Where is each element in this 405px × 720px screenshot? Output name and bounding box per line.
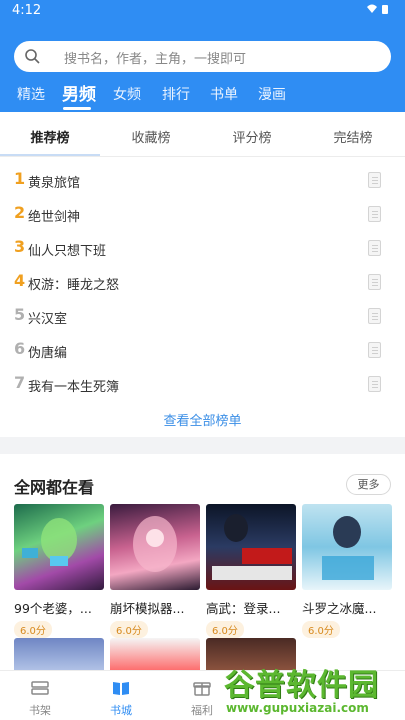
book-icon <box>368 172 381 188</box>
view-all-rankings-link[interactable]: 查看全部榜单 <box>0 410 405 429</box>
tab-featured[interactable]: 精选 <box>17 84 45 104</box>
tab-underline <box>63 107 91 110</box>
book-cover <box>110 504 200 590</box>
ranking-item[interactable]: 2 绝世剑神 <box>0 199 405 233</box>
section-title: 全网都在看 <box>14 478 95 497</box>
status-icons <box>365 3 393 18</box>
book-title: 高武：登录... <box>206 601 281 616</box>
book-open-icon <box>113 682 129 695</box>
rank-number: 5 <box>14 305 26 324</box>
book-card[interactable]: 崩坏模拟器... 6.0分 <box>110 504 200 638</box>
wifi-battery-icon <box>367 4 388 14</box>
rank-title: 兴汉室 <box>28 312 68 327</box>
rank-title: 我有一本生死簿 <box>28 380 120 395</box>
book-score: 6.0分 <box>206 621 244 638</box>
rank-title: 仙人只想下班 <box>28 244 107 259</box>
status-bar: 4:12 <box>0 0 405 24</box>
watermark-logo: 谷普软件园 www.gupuxiazai.com <box>218 660 405 720</box>
book-icon <box>368 308 381 324</box>
nav-bookstore[interactable]: 书城 <box>81 671 161 720</box>
nav-bookshelf[interactable]: 书架 <box>0 671 80 720</box>
header: 4:12 搜书名，作者，主角，一搜即可 精选 男频 女频 排行 书单 漫画 <box>0 0 405 112</box>
rank-title: 伪唐编 <box>28 346 68 361</box>
ranking-item[interactable]: 1 黄泉旅馆 <box>0 165 405 199</box>
book-cover <box>14 504 104 590</box>
book-score: 6.0分 <box>110 621 148 638</box>
book-card[interactable]: 高武：登录... 6.0分 <box>206 504 296 638</box>
rank-number: 7 <box>14 373 26 392</box>
book-icon <box>368 274 381 290</box>
ranking-item[interactable]: 4 权游：睡龙之怒 <box>0 267 405 301</box>
rank-number: 2 <box>14 203 26 222</box>
book-cover <box>206 504 296 590</box>
ranking-item[interactable]: 5 兴汉室 <box>0 301 405 335</box>
nav-label: 书城 <box>110 704 132 717</box>
subtab-recommend[interactable]: 推荐榜 <box>0 127 100 146</box>
search-icon <box>25 49 40 64</box>
book-title: 99个老婆，... <box>14 601 92 616</box>
book-title: 斗罗之冰魔... <box>302 601 377 616</box>
gift-icon <box>193 682 211 696</box>
tab-rank[interactable]: 排行 <box>162 84 190 104</box>
book-icon <box>368 206 381 222</box>
tab-female[interactable]: 女频 <box>113 84 141 104</box>
search-placeholder: 搜书名，作者，主角，一搜即可 <box>64 52 247 67</box>
status-time: 4:12 <box>12 3 42 18</box>
book-card[interactable]: 斗罗之冰魔... 6.0分 <box>302 504 392 638</box>
book-title: 崩坏模拟器... <box>110 601 185 616</box>
nav-label: 书架 <box>29 704 51 717</box>
rank-title: 权游：睡龙之怒 <box>28 278 120 293</box>
ranking-subtabs: 推荐榜 收藏榜 评分榜 完结榜 <box>0 112 405 157</box>
rank-number: 3 <box>14 237 26 256</box>
more-button[interactable]: 更多 <box>346 474 391 495</box>
subtab-rating[interactable]: 评分榜 <box>202 127 302 146</box>
rank-title: 黄泉旅馆 <box>28 176 81 191</box>
bookshelf-icon <box>31 681 49 695</box>
subtab-completed[interactable]: 完结榜 <box>303 127 403 146</box>
watermark-title: 谷普软件园 <box>224 668 379 703</box>
book-score: 6.0分 <box>302 621 340 638</box>
rank-title: 绝世剑神 <box>28 210 81 225</box>
book-icon <box>368 342 381 358</box>
subtab-favorites[interactable]: 收藏榜 <box>101 127 201 146</box>
rank-number: 4 <box>14 271 26 290</box>
ranking-item[interactable]: 6 伪唐编 <box>0 335 405 369</box>
book-cover <box>302 504 392 590</box>
tab-booklist[interactable]: 书单 <box>210 84 238 104</box>
tab-comics[interactable]: 漫画 <box>258 84 286 104</box>
ranking-item[interactable]: 3 仙人只想下班 <box>0 233 405 267</box>
rank-number: 1 <box>14 169 26 188</box>
category-tabs: 精选 男频 女频 排行 书单 漫画 <box>0 80 405 110</box>
search-bar[interactable]: 搜书名，作者，主角，一搜即可 <box>14 41 391 72</box>
book-icon <box>368 240 381 256</box>
tab-male[interactable]: 男频 <box>62 80 96 105</box>
watermark-url: www.gupuxiazai.com <box>226 701 369 715</box>
ranking-card: 推荐榜 收藏榜 评分榜 完结榜 1 黄泉旅馆 2 绝世剑神 3 仙人只想下班 4… <box>0 112 405 437</box>
ranking-item[interactable]: 7 我有一本生死簿 <box>0 369 405 403</box>
book-score: 6.0分 <box>14 621 52 638</box>
book-icon <box>368 376 381 392</box>
book-card[interactable]: 99个老婆，... 6.0分 <box>14 504 104 638</box>
rank-number: 6 <box>14 339 26 358</box>
subtab-underline <box>0 154 100 156</box>
